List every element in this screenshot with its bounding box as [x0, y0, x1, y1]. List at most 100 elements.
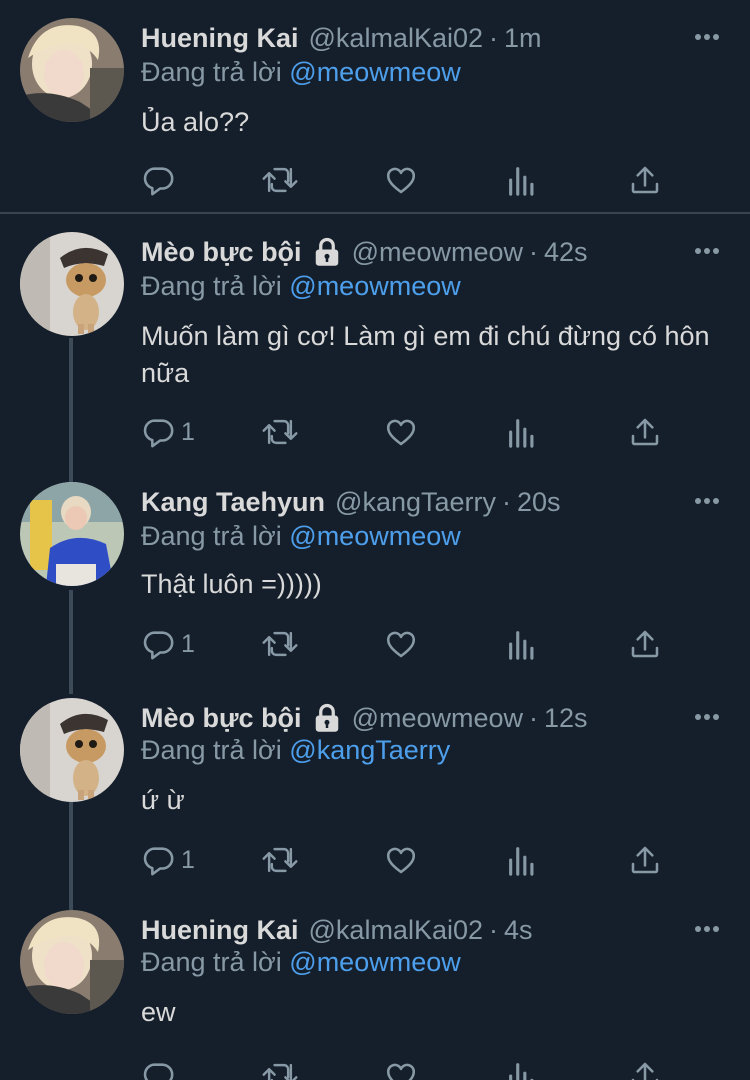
analytics-icon	[507, 627, 537, 661]
timestamp[interactable]: 20s	[517, 487, 561, 518]
reply-count: 1	[181, 417, 195, 446]
separator-dot: ·	[529, 236, 539, 267]
tweet-text: ew	[141, 997, 176, 1027]
tweet-text: Thật luôn =)))))	[141, 569, 322, 599]
mention-link[interactable]: @meowmeow	[289, 947, 460, 977]
like-button[interactable]	[384, 624, 418, 664]
more-icon[interactable]	[692, 914, 722, 944]
timestamp[interactable]: 42s	[544, 237, 588, 268]
share-button[interactable]	[629, 624, 661, 664]
tweet[interactable]: Huening Kai @kalmalKai02 · 1m Đang trả l…	[0, 0, 750, 212]
display-name[interactable]: Huening Kai	[141, 23, 299, 54]
avatar[interactable]	[20, 18, 124, 122]
reply-icon	[141, 843, 175, 877]
avatar[interactable]	[20, 698, 124, 802]
more-icon[interactable]	[692, 236, 722, 266]
reply-thread: Huening Kai @kalmalKai02 · 1m Đang trả l…	[0, 0, 750, 1080]
user-handle[interactable]: @meowmeow	[352, 703, 523, 734]
tweet[interactable]: Kang Taehyun @kangTaerry · 20s Đang trả …	[0, 482, 750, 688]
separator-dot: ·	[489, 914, 499, 945]
timestamp[interactable]: 4s	[504, 915, 533, 946]
reply-button[interactable]: 1	[141, 412, 195, 452]
mention-link[interactable]: @meowmeow	[289, 57, 460, 87]
analytics-button[interactable]	[507, 1056, 537, 1080]
analytics-button[interactable]	[507, 412, 537, 452]
reply-button[interactable]	[141, 160, 181, 200]
like-button[interactable]	[384, 1056, 418, 1080]
replying-to-label: Đang trả lời	[141, 57, 282, 87]
analytics-button[interactable]	[507, 624, 537, 664]
user-handle[interactable]: @kalmalKai02	[309, 23, 484, 54]
retweet-icon	[261, 1059, 299, 1080]
share-icon	[629, 415, 661, 449]
tweet[interactable]: Mèo bực bội @meowmeow · 42s Đang trả lời…	[0, 214, 750, 464]
analytics-button[interactable]	[507, 840, 537, 880]
like-button[interactable]	[384, 412, 418, 452]
avatar[interactable]	[20, 910, 124, 1014]
retweet-button[interactable]	[261, 840, 299, 880]
share-button[interactable]	[629, 1056, 661, 1080]
retweet-button[interactable]	[261, 624, 299, 664]
share-button[interactable]	[629, 160, 661, 200]
heart-icon	[384, 1059, 418, 1080]
avatar[interactable]	[20, 232, 124, 336]
user-handle[interactable]: @kalmalKai02	[309, 915, 484, 946]
replying-to-label: Đang trả lời	[141, 521, 282, 551]
user-handle[interactable]: @meowmeow	[352, 237, 523, 268]
more-icon[interactable]	[692, 486, 722, 516]
share-button[interactable]	[629, 840, 661, 880]
tweet-text: Muốn làm gì cơ! Làm gì em đi chú đừng có…	[141, 321, 710, 388]
display-name[interactable]: Kang Taehyun	[141, 487, 325, 518]
reply-button[interactable]: 1	[141, 624, 195, 664]
timestamp[interactable]: 1m	[504, 23, 542, 54]
retweet-icon	[261, 163, 299, 197]
display-name[interactable]: Mèo bực bội	[141, 237, 302, 268]
heart-icon	[384, 843, 418, 877]
share-icon	[629, 843, 661, 877]
reply-icon	[141, 415, 175, 449]
user-handle[interactable]: @kangTaerry	[335, 487, 496, 518]
reply-button[interactable]: 1	[141, 840, 195, 880]
mention-link[interactable]: @kangTaerry	[289, 735, 450, 765]
retweet-button[interactable]	[261, 412, 299, 452]
tweet-actions: 1	[141, 624, 681, 664]
analytics-icon	[507, 163, 537, 197]
display-name[interactable]: Huening Kai	[141, 915, 299, 946]
reply-icon	[141, 627, 175, 661]
reply-button[interactable]	[141, 1056, 181, 1080]
mention-link[interactable]: @meowmeow	[289, 271, 460, 301]
lock-icon	[312, 703, 342, 733]
mention-link[interactable]: @meowmeow	[289, 521, 460, 551]
timestamp[interactable]: 12s	[544, 703, 588, 734]
analytics-icon	[507, 1059, 537, 1080]
tweet-actions	[141, 1056, 681, 1080]
retweet-button[interactable]	[261, 160, 299, 200]
more-icon[interactable]	[692, 22, 722, 52]
analytics-button[interactable]	[507, 160, 537, 200]
lock-icon	[312, 237, 342, 267]
tweet-text: Ủa alo??	[141, 107, 250, 137]
separator-dot: ·	[489, 22, 499, 53]
tweet-actions	[141, 160, 681, 200]
heart-icon	[384, 627, 418, 661]
tweet-actions: 1	[141, 412, 681, 452]
separator-dot: ·	[529, 702, 539, 733]
tweet[interactable]: Huening Kai @kalmalKai02 · 4s Đang trả l…	[0, 910, 750, 1080]
replying-to-label: Đang trả lời	[141, 271, 282, 301]
like-button[interactable]	[384, 840, 418, 880]
tweet-text: ứ ừ	[141, 785, 185, 815]
replying-to-label: Đang trả lời	[141, 735, 282, 765]
replying-to: Đang trả lời @meowmeow	[141, 947, 461, 978]
like-button[interactable]	[384, 160, 418, 200]
share-button[interactable]	[629, 412, 661, 452]
retweet-icon	[261, 843, 299, 877]
display-name[interactable]: Mèo bực bội	[141, 703, 302, 734]
retweet-button[interactable]	[261, 1056, 299, 1080]
replying-to: Đang trả lời @meowmeow	[141, 521, 461, 552]
heart-icon	[384, 415, 418, 449]
retweet-icon	[261, 627, 299, 661]
more-icon[interactable]	[692, 702, 722, 732]
avatar[interactable]	[20, 482, 124, 586]
tweet[interactable]: Mèo bực bội @meowmeow · 12s Đang trả lời…	[0, 698, 750, 904]
reply-count: 1	[181, 629, 195, 658]
